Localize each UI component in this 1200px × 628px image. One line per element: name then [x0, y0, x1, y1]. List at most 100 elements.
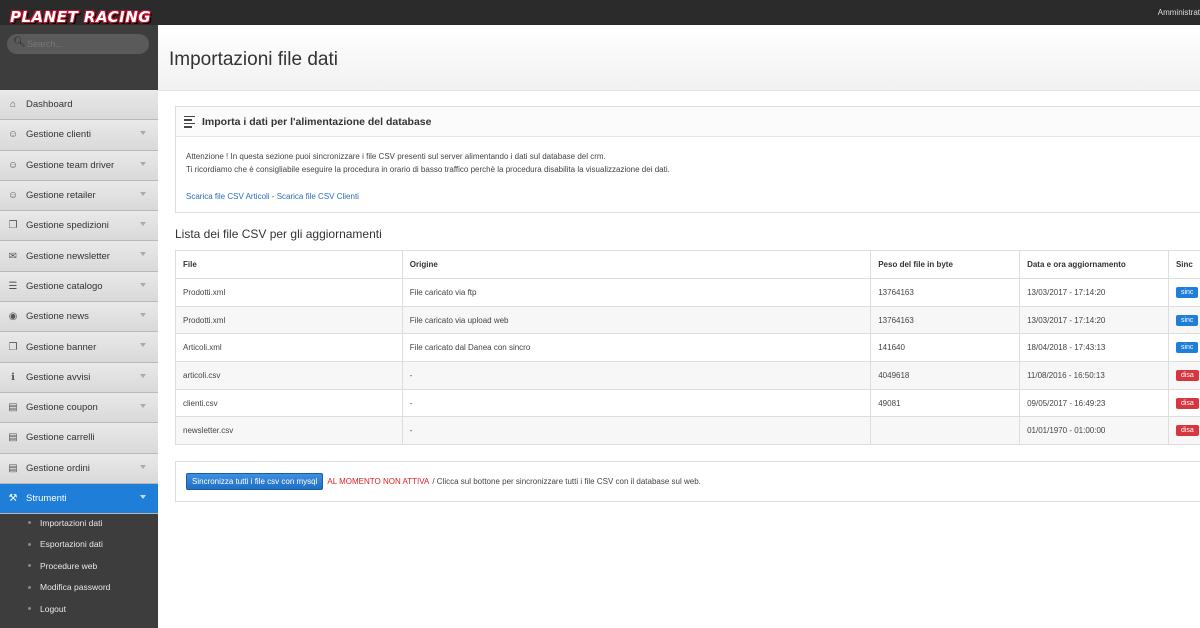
- sidebar-item-gestione-carrelli[interactable]: ▤ Gestione carrelli: [0, 423, 158, 454]
- disabled-badge[interactable]: disa: [1175, 425, 1199, 437]
- chevron-down-icon: [140, 464, 146, 469]
- chevron-down-icon: [140, 282, 146, 287]
- table-section-title: Lista dei file CSV per gli aggiornamenti: [175, 227, 382, 241]
- home-icon: ⌂: [9, 99, 17, 111]
- download-clienti-link[interactable]: Scarica file CSV Clienti: [277, 192, 359, 201]
- submenu-item-esportazioni-dati[interactable]: Esportazioni dati: [0, 534, 158, 556]
- cell-sync: sinc: [1167, 278, 1200, 307]
- sync-all-button[interactable]: Sincronizza tutti i file csv con mysql: [186, 473, 324, 490]
- copy-icon: ❐: [8, 220, 18, 232]
- bullet-icon: [28, 607, 31, 610]
- sidebar-item-gestione-avvisi[interactable]: ℹ Gestione avvisi: [0, 362, 158, 393]
- cell-origin: File caricato via upload web: [401, 305, 872, 335]
- sync-all-panel: Sincronizza tutti i file csv con mysql A…: [175, 461, 1200, 502]
- col-header-sync: Sinc: [1167, 250, 1200, 279]
- panel-title: Importa i dati per l'alimentazione del d…: [202, 115, 432, 128]
- cell-size: 49081: [870, 388, 1021, 418]
- sidebar-item-strumenti[interactable]: ⚒ Strumenti: [0, 483, 158, 515]
- sidebar-item-gestione-spedizioni[interactable]: ❐ Gestione spedizioni: [0, 211, 158, 242]
- chevron-down-icon: [140, 161, 146, 166]
- submenu-item-procedure-web[interactable]: Procedure web: [0, 555, 158, 577]
- cell-size: [870, 416, 1021, 446]
- cell-date: 13/03/2017 - 17:14:20: [1019, 305, 1169, 335]
- cell-file: articoli.csv: [175, 361, 403, 390]
- align-left-icon: [176, 114, 200, 130]
- info-icon: ℹ: [11, 371, 15, 383]
- folder-icon: ▤: [8, 402, 18, 414]
- search-input[interactable]: [27, 37, 137, 51]
- bullet-icon: [28, 542, 31, 546]
- sidebar-item-label: Dashboard: [26, 99, 73, 111]
- cell-origin: -: [401, 416, 872, 446]
- sync-badge[interactable]: sinc: [1175, 342, 1199, 354]
- sidebar-item-dashboard[interactable]: ⌂ Dashboard: [0, 90, 158, 121]
- submenu-item-label: Importazioni dati: [40, 517, 103, 528]
- chevron-down-icon: [140, 191, 146, 196]
- bullet-icon: [28, 521, 31, 524]
- cell-sync: disa: [1167, 388, 1200, 418]
- cell-size: 141640: [870, 333, 1021, 363]
- chevron-down-icon: [140, 131, 146, 136]
- submenu-item-logout[interactable]: Logout: [0, 598, 158, 620]
- copy-icon: ❐: [8, 341, 18, 353]
- chevron-down-icon: [140, 252, 146, 257]
- table-body: Prodotti.xml File caricato via ftp 1376416…: [175, 278, 1200, 446]
- link-separator: -: [269, 192, 277, 201]
- sidebar-item-gestione-team-driver[interactable]: ☺ Gestione team driver: [0, 150, 158, 181]
- sidebar-item-label: Gestione news: [26, 311, 89, 323]
- folder-icon: ▤: [8, 432, 18, 444]
- chevron-down-icon: [140, 494, 146, 499]
- sidebar-item-gestione-coupon[interactable]: ▤ Gestione coupon: [0, 392, 158, 424]
- cell-size: 13764163: [870, 278, 1021, 307]
- submenu-item-importazioni-dati[interactable]: Importazioni dati: [0, 512, 158, 534]
- sidebar-item-gestione-news[interactable]: ◉ Gestione news: [0, 302, 158, 333]
- main-content: Importazioni file dati Importa i dati pe…: [158, 25, 1200, 628]
- sidebar-menu: ⌂ Dashboard ☺ Gestione clienti ☺ Gestione tea…: [0, 90, 158, 515]
- sidebar-item-gestione-clienti[interactable]: ☺ Gestione clienti: [0, 120, 158, 151]
- sync-description: / Clicca sul bottone per sincronizzare t…: [432, 477, 701, 486]
- sidebar-item-label: Strumenti: [26, 493, 67, 504]
- sidebar-item-gestione-newsletter[interactable]: ✉ Gestione newsletter: [0, 241, 158, 272]
- search-icon: 🔍︎: [13, 37, 26, 48]
- sidebar-search: 🔍︎: [7, 34, 149, 54]
- sidebar-item-label: Gestione ordini: [26, 462, 90, 474]
- sidebar-item-label: Gestione team driver: [26, 159, 115, 171]
- sync-status-warning: AL MOMENTO NON ATTIVA: [327, 477, 430, 486]
- cell-origin: -: [401, 388, 872, 418]
- bullet-icon: [28, 585, 31, 589]
- disabled-badge[interactable]: disa: [1175, 397, 1199, 409]
- cell-sync: disa: [1167, 416, 1200, 446]
- table-row: Prodotti.xml File caricato via ftp 1376416…: [175, 278, 1200, 307]
- warning-text: Attenzione ! In questa sezione puoi sinc…: [186, 152, 606, 161]
- disabled-badge[interactable]: disa: [1175, 369, 1199, 381]
- sidebar-item-label: Gestione coupon: [26, 402, 98, 414]
- submenu-item-label: Modifica password: [40, 582, 111, 593]
- sidebar-item-label: Gestione newsletter: [26, 250, 110, 262]
- sidebar-item-label: Gestione catalogo: [26, 280, 103, 292]
- submenu-item-modifica-password[interactable]: Modifica password: [0, 577, 158, 599]
- sidebar-submenu-strumenti: Importazioni dati Esportazioni dati Proced…: [0, 512, 158, 620]
- table-row: Prodotti.xml File caricato via upload web…: [175, 305, 1200, 335]
- cell-date: 01/01/1970 - 01:00:00: [1019, 416, 1169, 446]
- sidebar-item-label: Gestione banner: [26, 341, 97, 353]
- sync-badge[interactable]: sinc: [1175, 314, 1199, 326]
- wrench-icon: ⚒: [8, 493, 18, 504]
- download-articoli-link[interactable]: Scarica file CSV Articoli: [186, 192, 270, 201]
- table-row: Articoli.xml File caricato dal Danea con …: [175, 333, 1200, 363]
- sidebar-item-gestione-banner[interactable]: ❐ Gestione banner: [0, 332, 158, 363]
- sidebar-item-gestione-catalogo[interactable]: ☰ Gestione catalogo: [0, 271, 158, 303]
- sidebar-item-gestione-retailer[interactable]: ☺ Gestione retailer: [0, 180, 158, 212]
- sidebar-item-label: Gestione carrelli: [26, 432, 95, 444]
- cell-sync: sinc: [1167, 333, 1200, 363]
- user-menu-label[interactable]: Amministrat: [1158, 8, 1200, 17]
- sidebar-item-gestione-ordini[interactable]: ▤ Gestione ordini: [0, 453, 158, 484]
- col-header-date: Data e ora aggiornamento: [1019, 250, 1169, 279]
- envelope-icon: ✉: [8, 250, 18, 262]
- submenu-item-label: Procedure web: [40, 560, 98, 571]
- sync-badge[interactable]: sinc: [1175, 286, 1199, 298]
- cell-date: 13/03/2017 - 17:14:20: [1019, 278, 1169, 307]
- submenu-item-label: Esportazioni dati: [40, 539, 103, 550]
- advice-text: Ti ricordiamo che è consigliabile esegui…: [186, 165, 670, 174]
- sidebar-item-label: Gestione avvisi: [26, 371, 91, 383]
- table-header-row: File Origine Peso del file in byte Data …: [175, 250, 1200, 279]
